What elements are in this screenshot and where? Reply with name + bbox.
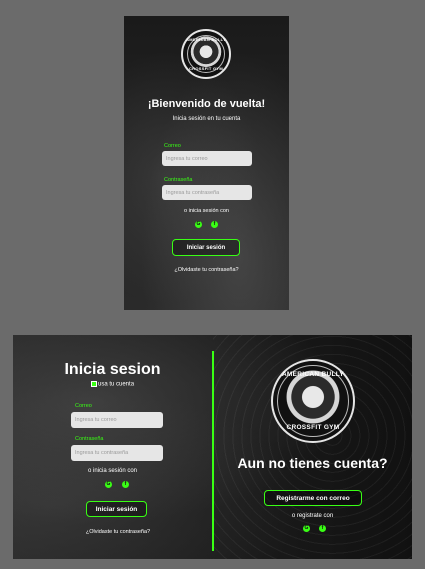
- page-title: ¡Bienvenido de vuelta!: [147, 98, 266, 110]
- email-field[interactable]: [71, 412, 163, 428]
- facebook-icon[interactable]: f: [122, 481, 129, 488]
- login-button[interactable]: Iniciar sesión: [86, 501, 147, 517]
- login-subtitle-text: usa tu cuenta: [98, 381, 135, 388]
- google-icon[interactable]: G: [303, 525, 310, 532]
- email-label: Correo: [164, 143, 181, 149]
- forgot-password-link[interactable]: ¿Olvidaste tu contraseña?: [124, 267, 289, 273]
- facebook-icon[interactable]: f: [319, 525, 326, 532]
- use-account-checkbox[interactable]: [91, 381, 97, 387]
- register-social-text: o registrate con: [291, 513, 334, 519]
- register-email-button[interactable]: Registrarme con correo: [264, 490, 362, 506]
- social-login-text: o inicia sesión con: [184, 208, 229, 214]
- forgot-password-link[interactable]: ¿Olvidaste tu contraseña?: [13, 529, 223, 535]
- gym-logo: AMERICAN BULLY CROSSFIT GYM: [181, 29, 231, 79]
- page-subtitle: Inicia sesión en tu cuenta: [172, 116, 241, 122]
- mobile-login-screen: AMERICAN BULLY CROSSFIT GYM ¡Bienvenido …: [124, 16, 289, 310]
- gym-logo: AMERICAN BULLY CROSSFIT GYM: [271, 359, 355, 443]
- password-field[interactable]: [162, 185, 252, 200]
- panel-divider: [212, 351, 214, 551]
- email-label: Correo: [75, 403, 92, 409]
- password-field[interactable]: [71, 445, 163, 461]
- login-subtitle: usa tu cuenta: [91, 381, 134, 388]
- password-label: Contraseña: [75, 436, 104, 442]
- google-icon[interactable]: G: [195, 221, 202, 228]
- login-button[interactable]: Iniciar sesión: [172, 239, 240, 256]
- facebook-icon[interactable]: f: [211, 221, 218, 228]
- social-login-text: o inicia sesión con: [87, 468, 138, 474]
- logo-bottom-text: CROSSFIT GYM: [188, 66, 224, 71]
- logo-bottom-text: CROSSFIT GYM: [286, 424, 340, 431]
- no-account-title: Aun no tienes cuenta?: [237, 455, 388, 471]
- password-label: Contraseña: [164, 177, 193, 183]
- email-field[interactable]: [162, 151, 252, 166]
- login-title: Inicia sesion: [64, 361, 161, 378]
- google-icon[interactable]: G: [105, 481, 112, 488]
- logo-top-text: AMERICAN BULLY: [281, 371, 345, 378]
- logo-top-text: AMERICAN BULLY: [186, 37, 226, 42]
